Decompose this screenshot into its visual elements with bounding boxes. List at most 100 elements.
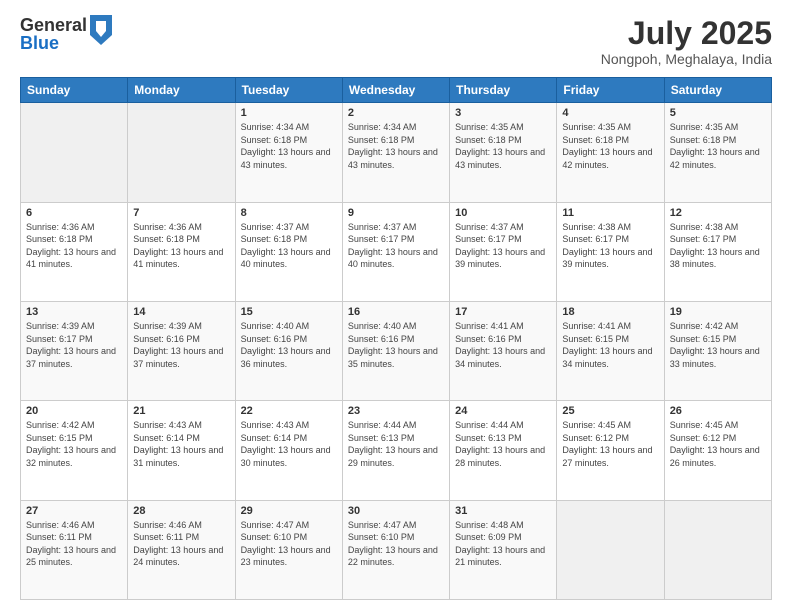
day-info: Sunrise: 4:40 AM Sunset: 6:16 PM Dayligh… (241, 320, 337, 370)
day-number: 30 (348, 505, 444, 517)
week-row-2: 13Sunrise: 4:39 AM Sunset: 6:17 PM Dayli… (21, 301, 772, 400)
day-info: Sunrise: 4:46 AM Sunset: 6:11 PM Dayligh… (26, 519, 122, 569)
calendar-cell: 2Sunrise: 4:34 AM Sunset: 6:18 PM Daylig… (342, 103, 449, 202)
page: General Blue July 2025 Nongpoh, Meghalay… (0, 0, 792, 612)
calendar-cell: 4 Sunrise: 4:35 AM Sunset: 6:18 PM Daylig… (557, 103, 664, 202)
day-number: 29 (241, 505, 337, 517)
title-section: July 2025 Nongpoh, Meghalaya, India (601, 16, 772, 67)
location-title: Nongpoh, Meghalaya, India (601, 51, 772, 67)
day-number: 21 (133, 405, 229, 417)
day-number: 15 (241, 306, 337, 318)
day-number: 17 (455, 306, 551, 318)
calendar-cell: 18 Sunrise: 4:41 AM Sunset: 6:15 PM Dayli… (557, 301, 664, 400)
day-header-friday: Friday (557, 78, 664, 103)
day-number: 14 (133, 306, 229, 318)
day-number: 7 (133, 207, 229, 219)
calendar-cell: 30Sunrise: 4:47 AM Sunset: 6:10 PM Dayli… (342, 500, 449, 599)
calendar-cell: 27 Sunrise: 4:46 AM Sunset: 6:11 PM Dayli… (21, 500, 128, 599)
calendar-cell: 9 Sunrise: 4:37 AM Sunset: 6:17 PM Daylig… (342, 202, 449, 301)
day-header-thursday: Thursday (450, 78, 557, 103)
calendar-cell: 29 Sunrise: 4:47 AM Sunset: 6:10 PM Dayli… (235, 500, 342, 599)
day-info: Sunrise: 4:37 AM Sunset: 6:17 PM Dayligh… (455, 221, 551, 271)
calendar-cell: 17 Sunrise: 4:41 AM Sunset: 6:16 PM Dayli… (450, 301, 557, 400)
logo-icon (90, 15, 112, 45)
calendar-cell: 16Sunrise: 4:40 AM Sunset: 6:16 PM Dayli… (342, 301, 449, 400)
day-info: Sunrise: 4:41 AM Sunset: 6:15 PM Dayligh… (562, 320, 658, 370)
week-row-4: 27 Sunrise: 4:46 AM Sunset: 6:11 PM Dayli… (21, 500, 772, 599)
week-row-1: 6Sunrise: 4:36 AM Sunset: 6:18 PM Daylig… (21, 202, 772, 301)
day-number: 9 (348, 207, 444, 219)
day-number: 28 (133, 505, 229, 517)
day-info: Sunrise: 4:36 AM Sunset: 6:18 PM Dayligh… (26, 221, 122, 271)
day-info: Sunrise: 4:38 AM Sunset: 6:17 PM Dayligh… (670, 221, 766, 271)
day-number: 26 (670, 405, 766, 417)
day-info: Sunrise: 4:46 AM Sunset: 6:11 PM Dayligh… (133, 519, 229, 569)
calendar-cell: 28 Sunrise: 4:46 AM Sunset: 6:11 PM Dayli… (128, 500, 235, 599)
logo-blue-text: Blue (20, 34, 87, 52)
calendar-cell: 22 Sunrise: 4:43 AM Sunset: 6:14 PM Dayli… (235, 401, 342, 500)
calendar-header-row: SundayMondayTuesdayWednesdayThursdayFrid… (21, 78, 772, 103)
day-number: 10 (455, 207, 551, 219)
calendar-cell: 19Sunrise: 4:42 AM Sunset: 6:15 PM Dayli… (664, 301, 771, 400)
day-info: Sunrise: 4:48 AM Sunset: 6:09 PM Dayligh… (455, 519, 551, 569)
day-number: 1 (241, 107, 337, 119)
day-number: 2 (348, 107, 444, 119)
day-number: 13 (26, 306, 122, 318)
calendar-cell: 20 Sunrise: 4:42 AM Sunset: 6:15 PM Dayli… (21, 401, 128, 500)
calendar-cell: 24Sunrise: 4:44 AM Sunset: 6:13 PM Dayli… (450, 401, 557, 500)
day-info: Sunrise: 4:44 AM Sunset: 6:13 PM Dayligh… (455, 419, 551, 469)
day-number: 23 (348, 405, 444, 417)
calendar-cell: 31 Sunrise: 4:48 AM Sunset: 6:09 PM Dayli… (450, 500, 557, 599)
day-info: Sunrise: 4:43 AM Sunset: 6:14 PM Dayligh… (241, 419, 337, 469)
day-header-saturday: Saturday (664, 78, 771, 103)
calendar-cell: 5 Sunrise: 4:35 AM Sunset: 6:18 PM Daylig… (664, 103, 771, 202)
calendar-cell (557, 500, 664, 599)
day-number: 5 (670, 107, 766, 119)
day-number: 3 (455, 107, 551, 119)
day-info: Sunrise: 4:41 AM Sunset: 6:16 PM Dayligh… (455, 320, 551, 370)
day-number: 27 (26, 505, 122, 517)
day-number: 20 (26, 405, 122, 417)
day-number: 31 (455, 505, 551, 517)
day-info: Sunrise: 4:35 AM Sunset: 6:18 PM Dayligh… (670, 121, 766, 171)
day-number: 8 (241, 207, 337, 219)
day-info: Sunrise: 4:36 AM Sunset: 6:18 PM Dayligh… (133, 221, 229, 271)
calendar-cell: 15 Sunrise: 4:40 AM Sunset: 6:16 PM Dayli… (235, 301, 342, 400)
day-number: 16 (348, 306, 444, 318)
calendar-cell: 13Sunrise: 4:39 AM Sunset: 6:17 PM Dayli… (21, 301, 128, 400)
day-info: Sunrise: 4:38 AM Sunset: 6:17 PM Dayligh… (562, 221, 658, 271)
calendar-cell: 1Sunrise: 4:34 AM Sunset: 6:18 PM Daylig… (235, 103, 342, 202)
calendar-cell: 12Sunrise: 4:38 AM Sunset: 6:17 PM Dayli… (664, 202, 771, 301)
day-info: Sunrise: 4:42 AM Sunset: 6:15 PM Dayligh… (26, 419, 122, 469)
day-info: Sunrise: 4:37 AM Sunset: 6:17 PM Dayligh… (348, 221, 444, 271)
calendar-cell: 7 Sunrise: 4:36 AM Sunset: 6:18 PM Daylig… (128, 202, 235, 301)
day-info: Sunrise: 4:45 AM Sunset: 6:12 PM Dayligh… (670, 419, 766, 469)
day-info: Sunrise: 4:44 AM Sunset: 6:13 PM Dayligh… (348, 419, 444, 469)
calendar-cell (21, 103, 128, 202)
day-header-tuesday: Tuesday (235, 78, 342, 103)
day-header-sunday: Sunday (21, 78, 128, 103)
day-info: Sunrise: 4:43 AM Sunset: 6:14 PM Dayligh… (133, 419, 229, 469)
month-title: July 2025 (601, 16, 772, 51)
day-header-monday: Monday (128, 78, 235, 103)
calendar-cell: 23 Sunrise: 4:44 AM Sunset: 6:13 PM Dayli… (342, 401, 449, 500)
calendar-cell: 21 Sunrise: 4:43 AM Sunset: 6:14 PM Dayli… (128, 401, 235, 500)
day-info: Sunrise: 4:39 AM Sunset: 6:16 PM Dayligh… (133, 320, 229, 370)
header: General Blue July 2025 Nongpoh, Meghalay… (20, 16, 772, 67)
calendar-cell: 10 Sunrise: 4:37 AM Sunset: 6:17 PM Dayli… (450, 202, 557, 301)
calendar-table: SundayMondayTuesdayWednesdayThursdayFrid… (20, 77, 772, 600)
logo: General Blue (20, 16, 112, 52)
day-number: 25 (562, 405, 658, 417)
day-header-wednesday: Wednesday (342, 78, 449, 103)
day-info: Sunrise: 4:35 AM Sunset: 6:18 PM Dayligh… (562, 121, 658, 171)
day-number: 4 (562, 107, 658, 119)
calendar-cell: 26 Sunrise: 4:45 AM Sunset: 6:12 PM Dayli… (664, 401, 771, 500)
day-number: 18 (562, 306, 658, 318)
logo-general-text: General (20, 16, 87, 34)
day-info: Sunrise: 4:45 AM Sunset: 6:12 PM Dayligh… (562, 419, 658, 469)
calendar-cell (128, 103, 235, 202)
day-info: Sunrise: 4:35 AM Sunset: 6:18 PM Dayligh… (455, 121, 551, 171)
calendar-cell: 3 Sunrise: 4:35 AM Sunset: 6:18 PM Daylig… (450, 103, 557, 202)
day-number: 22 (241, 405, 337, 417)
day-info: Sunrise: 4:47 AM Sunset: 6:10 PM Dayligh… (241, 519, 337, 569)
